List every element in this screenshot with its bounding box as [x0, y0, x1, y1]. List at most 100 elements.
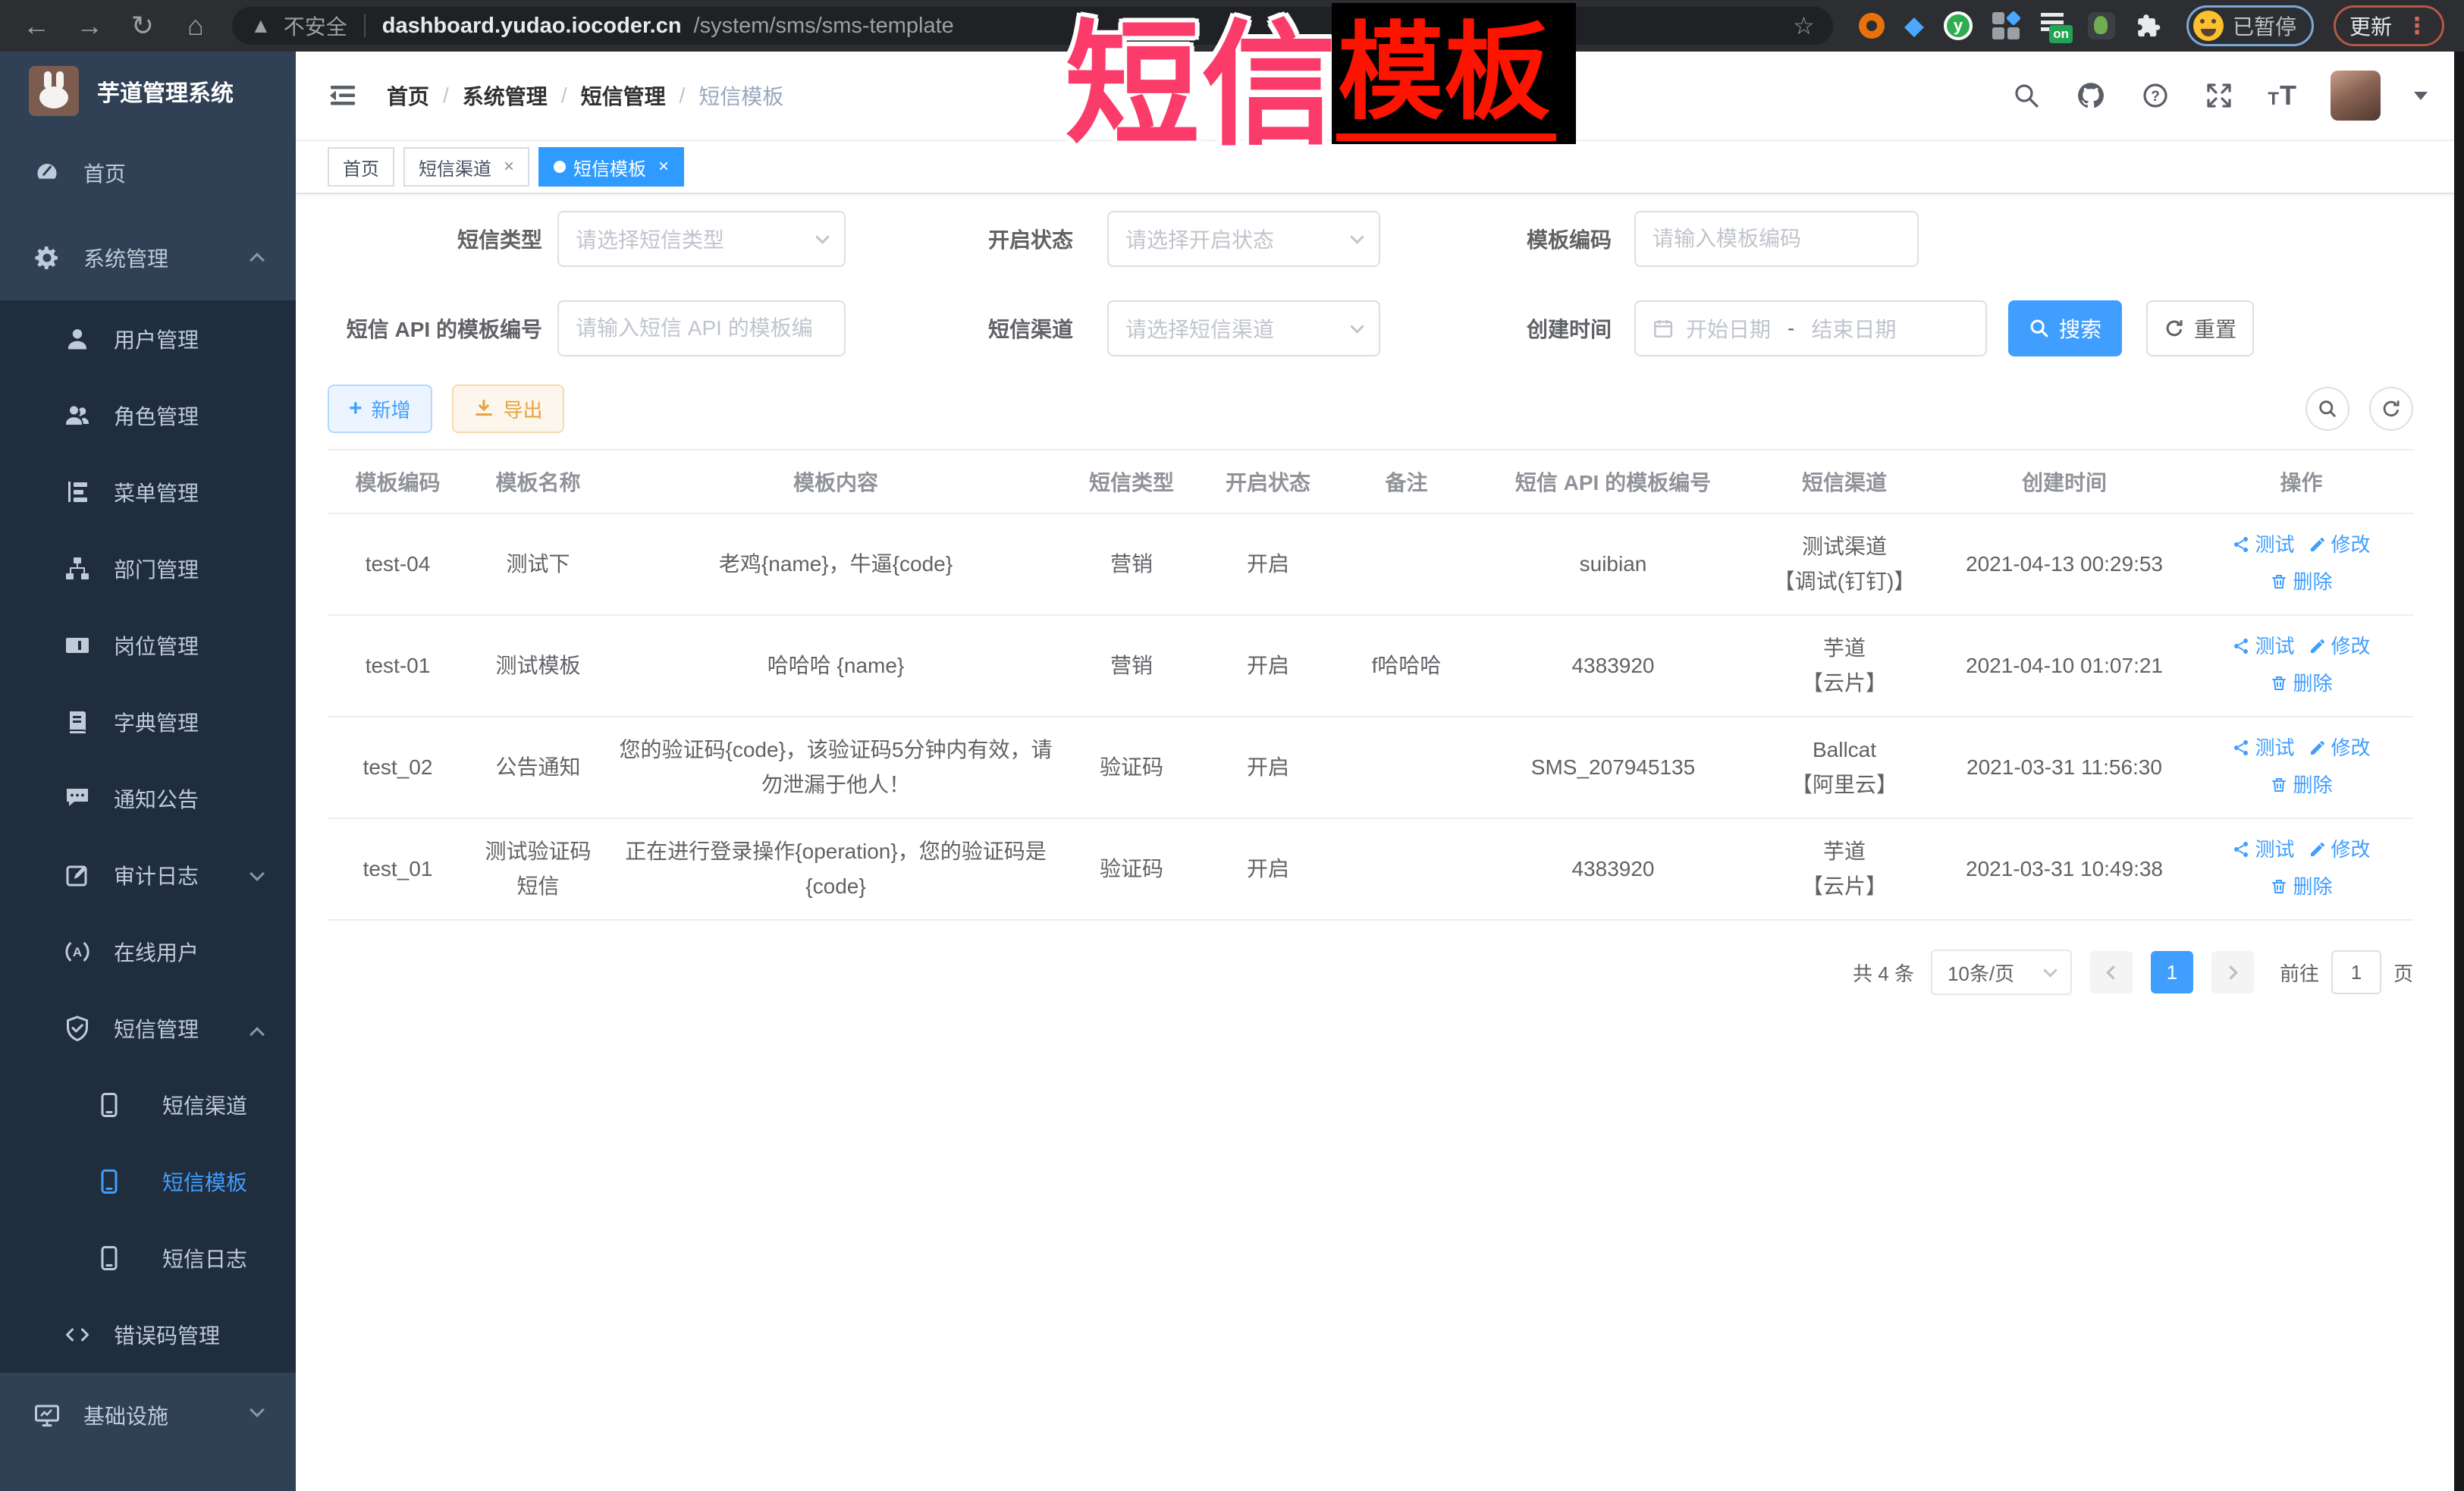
test-link[interactable]: 测试 [2232, 730, 2294, 765]
table-header-cell: 短信 API 的模板编号 [1477, 450, 1750, 513]
sidebar-item-notices[interactable]: 通知公告 [0, 760, 296, 837]
sidebar: 芋道管理系统 首页 系统管理 用户管理 [0, 52, 296, 1491]
browser-update-button[interactable]: 更新 ⋮ [2334, 5, 2444, 46]
sidebar-item-infrastructure[interactable]: 基础设施 [0, 1373, 296, 1458]
search-icon[interactable] [2011, 80, 2042, 111]
next-page-button[interactable] [2211, 951, 2254, 993]
font-size-icon[interactable]: TT [2268, 80, 2297, 111]
search-button-label: 搜索 [2059, 313, 2101, 344]
bookmark-star-icon[interactable]: ☆ [1793, 11, 1815, 40]
goto-page-input[interactable] [2331, 950, 2381, 994]
tab-sms-template[interactable]: 短信模板 × [538, 147, 684, 187]
cell-channel: 测试渠道 【调试(钉钉)】 [1750, 513, 1939, 615]
channel-name: Ballcat [1759, 733, 1930, 767]
test-link[interactable]: 测试 [2232, 629, 2294, 664]
edit-link[interactable]: 修改 [2309, 527, 2371, 562]
fullscreen-icon[interactable] [2204, 80, 2234, 111]
tab-sms-channel[interactable]: 短信渠道 × [403, 147, 529, 187]
test-link[interactable]: 测试 [2232, 832, 2294, 867]
table-header-cell: 开启状态 [1200, 450, 1336, 513]
breadcrumb-item[interactable]: 系统管理 [463, 80, 548, 111]
browser-reload-icon[interactable]: ↻ [126, 0, 159, 52]
date-range-picker[interactable]: 开始日期 - 结束日期 [1634, 300, 1987, 356]
sidebar-item-dictionary[interactable]: 字典管理 [0, 683, 296, 760]
extension-list-icon[interactable]: on [2039, 11, 2068, 40]
user-avatar[interactable] [2331, 71, 2381, 121]
sidebar-item-posts[interactable]: 岗位管理 [0, 607, 296, 683]
delete-link[interactable]: 删除 [2270, 666, 2332, 701]
add-button[interactable]: + 新增 [328, 385, 432, 433]
export-button[interactable]: 导出 [452, 385, 564, 433]
address-bar[interactable]: ▲ 不安全 dashboard.yudao.iocoder.cn /system… [232, 7, 1833, 45]
sidebar-item-audit-log[interactable]: 审计日志 [0, 837, 296, 913]
browser-forward-icon[interactable]: → [73, 0, 106, 52]
sms-type-select[interactable]: 请选择短信类型 [557, 211, 846, 267]
security-warning-icon[interactable]: ▲ [250, 14, 272, 38]
org-chart-icon [64, 555, 91, 582]
sidebar-item-system[interactable]: 系统管理 [0, 215, 296, 300]
reset-button[interactable]: 重置 [2146, 300, 2254, 356]
badge-icon [64, 632, 91, 659]
sidebar-item-label: 角色管理 [114, 400, 199, 431]
browser-profile-chip[interactable]: 已暂停 [2186, 5, 2314, 46]
sidebar-item-online-users[interactable]: A 在线用户 [0, 913, 296, 990]
sidebar-item-sms-template[interactable]: 短信模板 [0, 1143, 296, 1219]
delete-link[interactable]: 删除 [2270, 767, 2332, 802]
cell-status: 开启 [1200, 615, 1336, 717]
page-number-button[interactable]: 1 [2151, 951, 2193, 993]
status-select[interactable]: 请选择开启状态 [1107, 211, 1380, 267]
template-code-input[interactable] [1634, 211, 1919, 267]
sidebar-item-errcode[interactable]: 错误码管理 [0, 1296, 296, 1373]
extension-monkey-icon[interactable] [2088, 12, 2115, 39]
sidebar-logo[interactable]: 芋道管理系统 [0, 52, 296, 130]
sidebar-item-departments[interactable]: 部门管理 [0, 530, 296, 607]
extension-kite-icon[interactable]: ◆ [1904, 13, 1924, 39]
extensions-puzzle-icon[interactable] [2135, 13, 2161, 39]
extension-grid-icon[interactable] [1992, 12, 2020, 39]
sidebar-item-sms-log[interactable]: 短信日志 [0, 1219, 296, 1296]
avatar-caret-icon[interactable] [2414, 92, 2428, 100]
sidebar-item-menus[interactable]: 菜单管理 [0, 454, 296, 530]
share-icon [2232, 637, 2250, 655]
tab-close-icon[interactable]: × [504, 156, 514, 177]
edit-link[interactable]: 修改 [2309, 832, 2371, 867]
trash-icon [2270, 573, 2288, 591]
sidebar-item-label: 短信渠道 [162, 1090, 247, 1120]
delete-link[interactable]: 删除 [2270, 564, 2332, 599]
extension-y-icon[interactable]: y [1944, 11, 1973, 40]
tree-menu-icon [64, 479, 91, 506]
sidebar-item-roles[interactable]: 角色管理 [0, 377, 296, 454]
api-template-id-input[interactable] [557, 300, 846, 356]
browser-menu-kebab-icon[interactable]: ⋮ [2406, 13, 2428, 39]
extension-donut-icon[interactable] [1859, 13, 1885, 39]
breadcrumb-item[interactable]: 首页 [387, 80, 429, 111]
edit-link[interactable]: 修改 [2309, 730, 2371, 765]
sidebar-item-label: 错误码管理 [114, 1320, 220, 1350]
channel-select[interactable]: 请选择短信渠道 [1107, 300, 1380, 356]
breadcrumb-item[interactable]: 短信管理 [581, 80, 666, 111]
edit-link[interactable]: 修改 [2309, 629, 2371, 664]
sidebar-item-sms-channel[interactable]: 短信渠道 [0, 1066, 296, 1143]
page-size-select[interactable]: 10条/页 [1931, 950, 2072, 995]
browser-back-icon[interactable]: ← [20, 0, 53, 52]
show-search-toggle-button[interactable] [2305, 387, 2349, 431]
sidebar-item-home[interactable]: 首页 [0, 130, 296, 215]
code-icon [64, 1321, 91, 1348]
tab-close-icon[interactable]: × [658, 156, 669, 177]
window-scrollbar[interactable] [2454, 52, 2464, 1491]
browser-home-icon[interactable]: ⌂ [179, 0, 212, 52]
github-icon[interactable] [2075, 80, 2107, 111]
refresh-table-button[interactable] [2369, 387, 2413, 431]
table-header-cell: 模板编码 [328, 450, 468, 513]
help-icon[interactable]: ? [2140, 80, 2171, 111]
sidebar-collapse-icon[interactable] [328, 80, 358, 111]
tab-home[interactable]: 首页 [328, 147, 394, 187]
sidebar-item-users[interactable]: 用户管理 [0, 300, 296, 377]
test-link[interactable]: 测试 [2232, 527, 2294, 562]
table-header-row: 模板编码 模板名称 模板内容 短信类型 开启状态 备注 短信 API 的模板编号… [328, 450, 2413, 513]
prev-page-button[interactable] [2090, 951, 2133, 993]
search-button[interactable]: 搜索 [2008, 300, 2122, 356]
create-time-label: 创建时间 [1527, 313, 1612, 344]
sidebar-item-sms[interactable]: 短信管理 [0, 990, 296, 1066]
delete-link[interactable]: 删除 [2270, 869, 2332, 904]
